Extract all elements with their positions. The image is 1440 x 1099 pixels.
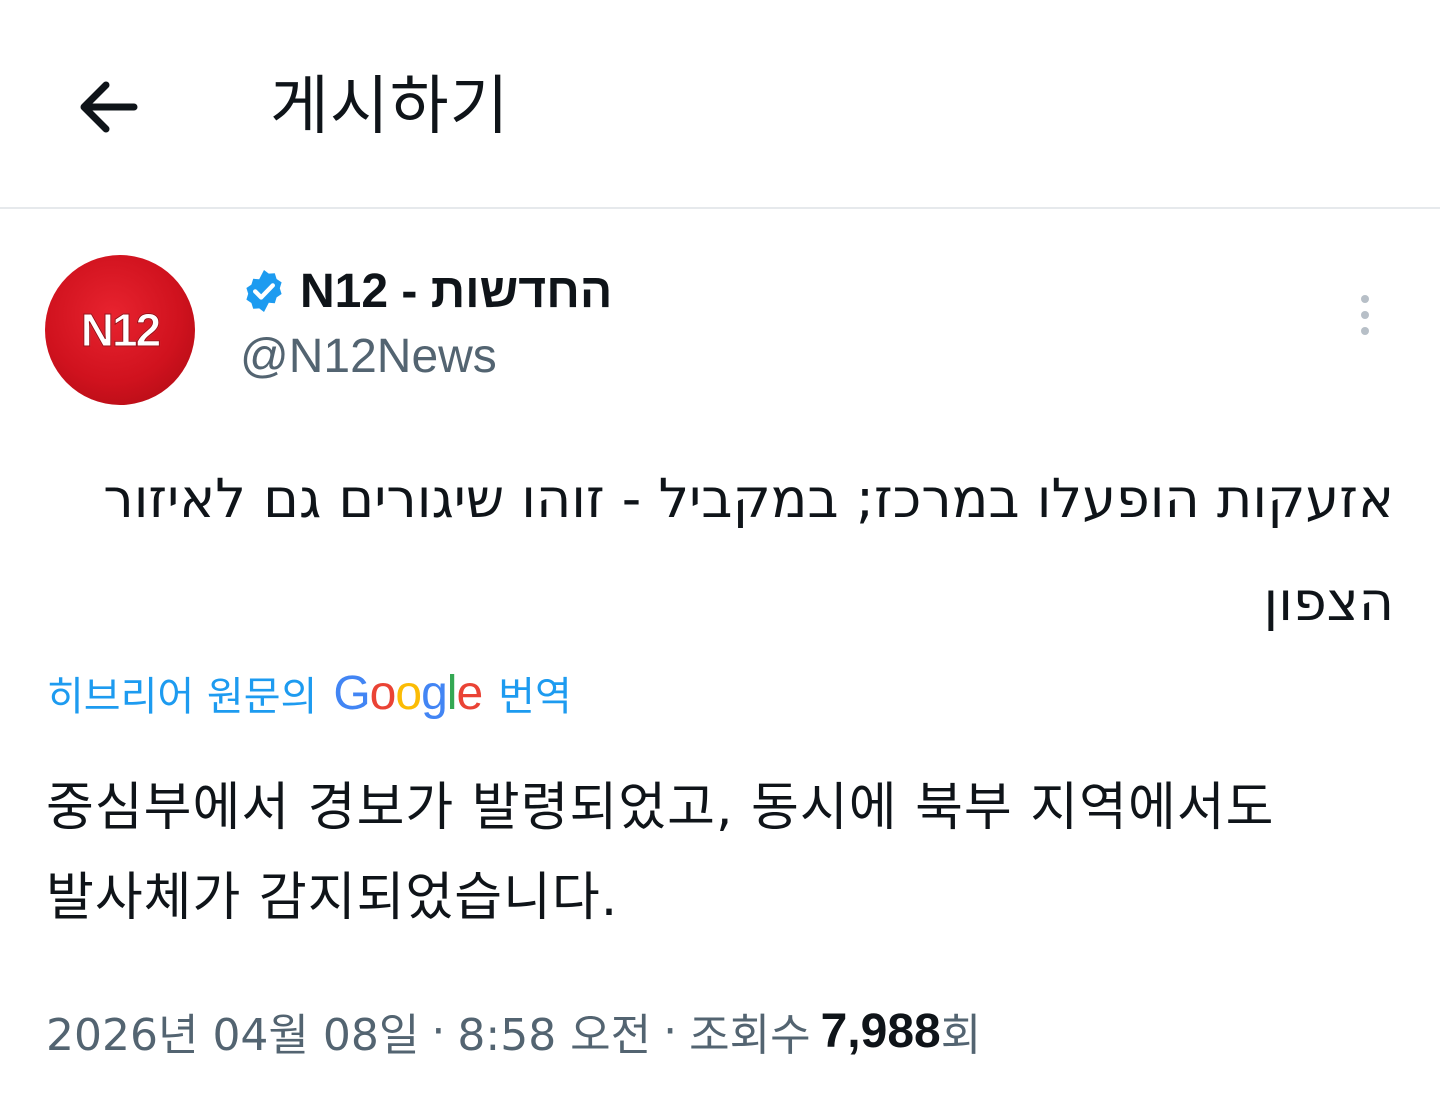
display-name[interactable]: החדשות - N12 (300, 264, 612, 319)
meta-separator: · (663, 1005, 678, 1057)
back-button[interactable] (62, 62, 152, 152)
author-line: החדשות - N12 (240, 263, 612, 319)
arrow-left-icon (80, 81, 138, 133)
top-app-bar: 게시하기 (0, 0, 1440, 209)
avatar[interactable]: N12 (45, 255, 195, 405)
views-suffix: 회 (940, 1010, 982, 1061)
views-count: 7,988 (820, 1004, 941, 1058)
more-options-button[interactable] (1336, 283, 1394, 347)
user-handle[interactable]: @N12News (240, 329, 497, 384)
post-time[interactable]: 8:58 오전 (457, 999, 651, 1063)
tweet-text-original: אזעקות הופעלו במרכז; במקביל - זוהו שיגור… (103, 467, 1394, 633)
google-logo: Google (333, 666, 483, 720)
avatar-logo-text: N12 (80, 304, 161, 357)
more-vertical-icon-dot (1361, 327, 1369, 335)
verified-badge-icon (240, 267, 288, 315)
translation-attribution[interactable]: 히브리어 원문의 Google 번역 (47, 663, 572, 723)
views-label: 조회수 (689, 1010, 811, 1061)
translation-suffix: 번역 (498, 674, 572, 720)
post-date[interactable]: 2026년 04월 08일 (46, 999, 419, 1063)
tweet-meta: 2026년 04월 08일 · 8:58 오전 · 조회수 7,988 회 (46, 999, 982, 1063)
more-vertical-icon-dot (1361, 311, 1369, 319)
translation-prefix: 히브리어 원문의 (47, 674, 318, 720)
page-title: 게시하기 (270, 70, 510, 144)
meta-separator: · (431, 1005, 446, 1057)
more-vertical-icon (1361, 295, 1369, 303)
tweet-text-translated: 중심부에서 경보가 발령되었고, 동시에 북부 지역에서도 발사체가 감지되었습… (46, 778, 1275, 928)
